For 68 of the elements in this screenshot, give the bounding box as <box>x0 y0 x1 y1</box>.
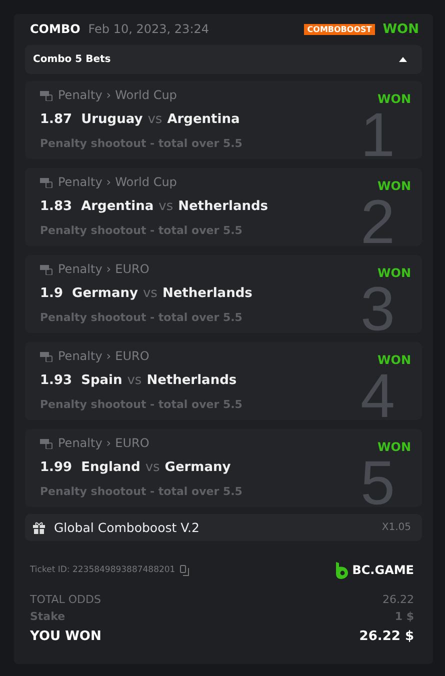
breadcrumb-separator: › <box>106 436 112 450</box>
combo-toggle[interactable]: Combo 5 Bets <box>25 45 422 74</box>
versus-label: vs <box>145 460 160 475</box>
sport-name: Penalty <box>58 88 102 102</box>
market-label: Penalty shootout - total over 5.5 <box>40 485 242 498</box>
home-team: England <box>81 460 140 475</box>
versus-label: vs <box>148 112 162 127</box>
total-value: 26.22 $ <box>359 629 414 644</box>
league-logo-icon <box>40 89 54 101</box>
boost-name: Global Comboboost V.2 <box>54 520 200 535</box>
home-team: Spain <box>81 373 122 388</box>
versus-label: vs <box>142 286 158 301</box>
boost-multiplier: X1.05 <box>382 522 411 533</box>
ticket-id: Ticket ID: 2235849893887488201 <box>30 565 176 575</box>
odds-value: 1.83 <box>40 199 72 214</box>
brand-name: BC.GAME <box>352 563 414 577</box>
total-label: Stake <box>30 610 66 623</box>
odds-value: 1.87 <box>40 112 72 127</box>
odds-value: 1.9 <box>40 286 64 301</box>
bet-status: WON <box>378 266 411 280</box>
market-label: Penalty shootout - total over 5.5 <box>40 224 242 237</box>
bet-status: WON <box>378 92 411 106</box>
market-label: Penalty shootout - total over 5.5 <box>40 398 242 411</box>
odds-value: 1.99 <box>40 460 72 475</box>
sport-name: Penalty <box>58 262 102 276</box>
versus-label: vs <box>127 373 142 388</box>
home-team: Germany <box>72 286 138 301</box>
away-team: Netherlands <box>162 286 252 301</box>
breadcrumb-separator: › <box>106 349 112 363</box>
market-label: Penalty shootout - total over 5.5 <box>40 311 242 324</box>
home-team: Argentina <box>81 199 154 214</box>
league-name: World Cup <box>115 88 177 102</box>
league-name: EURO <box>115 262 150 276</box>
bet-status: WON <box>378 179 411 193</box>
league-logo-icon <box>40 350 54 362</box>
league-name: World Cup <box>115 175 177 189</box>
bet-type: COMBO <box>30 22 80 36</box>
league-logo-icon <box>40 263 54 275</box>
total-label: TOTAL ODDS <box>30 593 101 606</box>
breadcrumb-separator: › <box>106 88 112 102</box>
breadcrumb-separator: › <box>106 262 112 276</box>
sport-name: Penalty <box>58 349 102 363</box>
home-team: Uruguay <box>81 112 143 127</box>
total-label: YOU WON <box>30 629 102 644</box>
away-team: Netherlands <box>146 373 237 388</box>
away-team: Netherlands <box>178 199 268 214</box>
versus-label: vs <box>158 199 174 214</box>
bet-status: WON <box>378 440 411 454</box>
gift-icon <box>33 522 45 534</box>
sport-name: Penalty <box>58 175 102 189</box>
sport-name: Penalty <box>58 436 102 450</box>
away-team: Argentina <box>167 112 240 127</box>
bet-date: Feb 10, 2023, 23:24 <box>88 22 210 36</box>
total-value: 26.22 <box>382 593 414 606</box>
brand-logo-icon <box>336 562 348 578</box>
boost-badge: COMBOBOOST <box>304 24 375 34</box>
league-logo-icon <box>40 176 54 188</box>
breadcrumb-separator: › <box>106 175 112 189</box>
ticket-status: WON <box>382 22 419 36</box>
odds-value: 1.93 <box>40 373 72 388</box>
bet-status: WON <box>378 353 411 367</box>
league-name: EURO <box>115 436 150 450</box>
market-label: Penalty shootout - total over 5.5 <box>40 137 242 150</box>
total-value: 1 $ <box>394 610 414 623</box>
away-team: Germany <box>164 460 231 475</box>
copy-icon[interactable] <box>180 564 190 576</box>
league-name: EURO <box>115 349 150 363</box>
league-logo-icon <box>40 437 54 449</box>
